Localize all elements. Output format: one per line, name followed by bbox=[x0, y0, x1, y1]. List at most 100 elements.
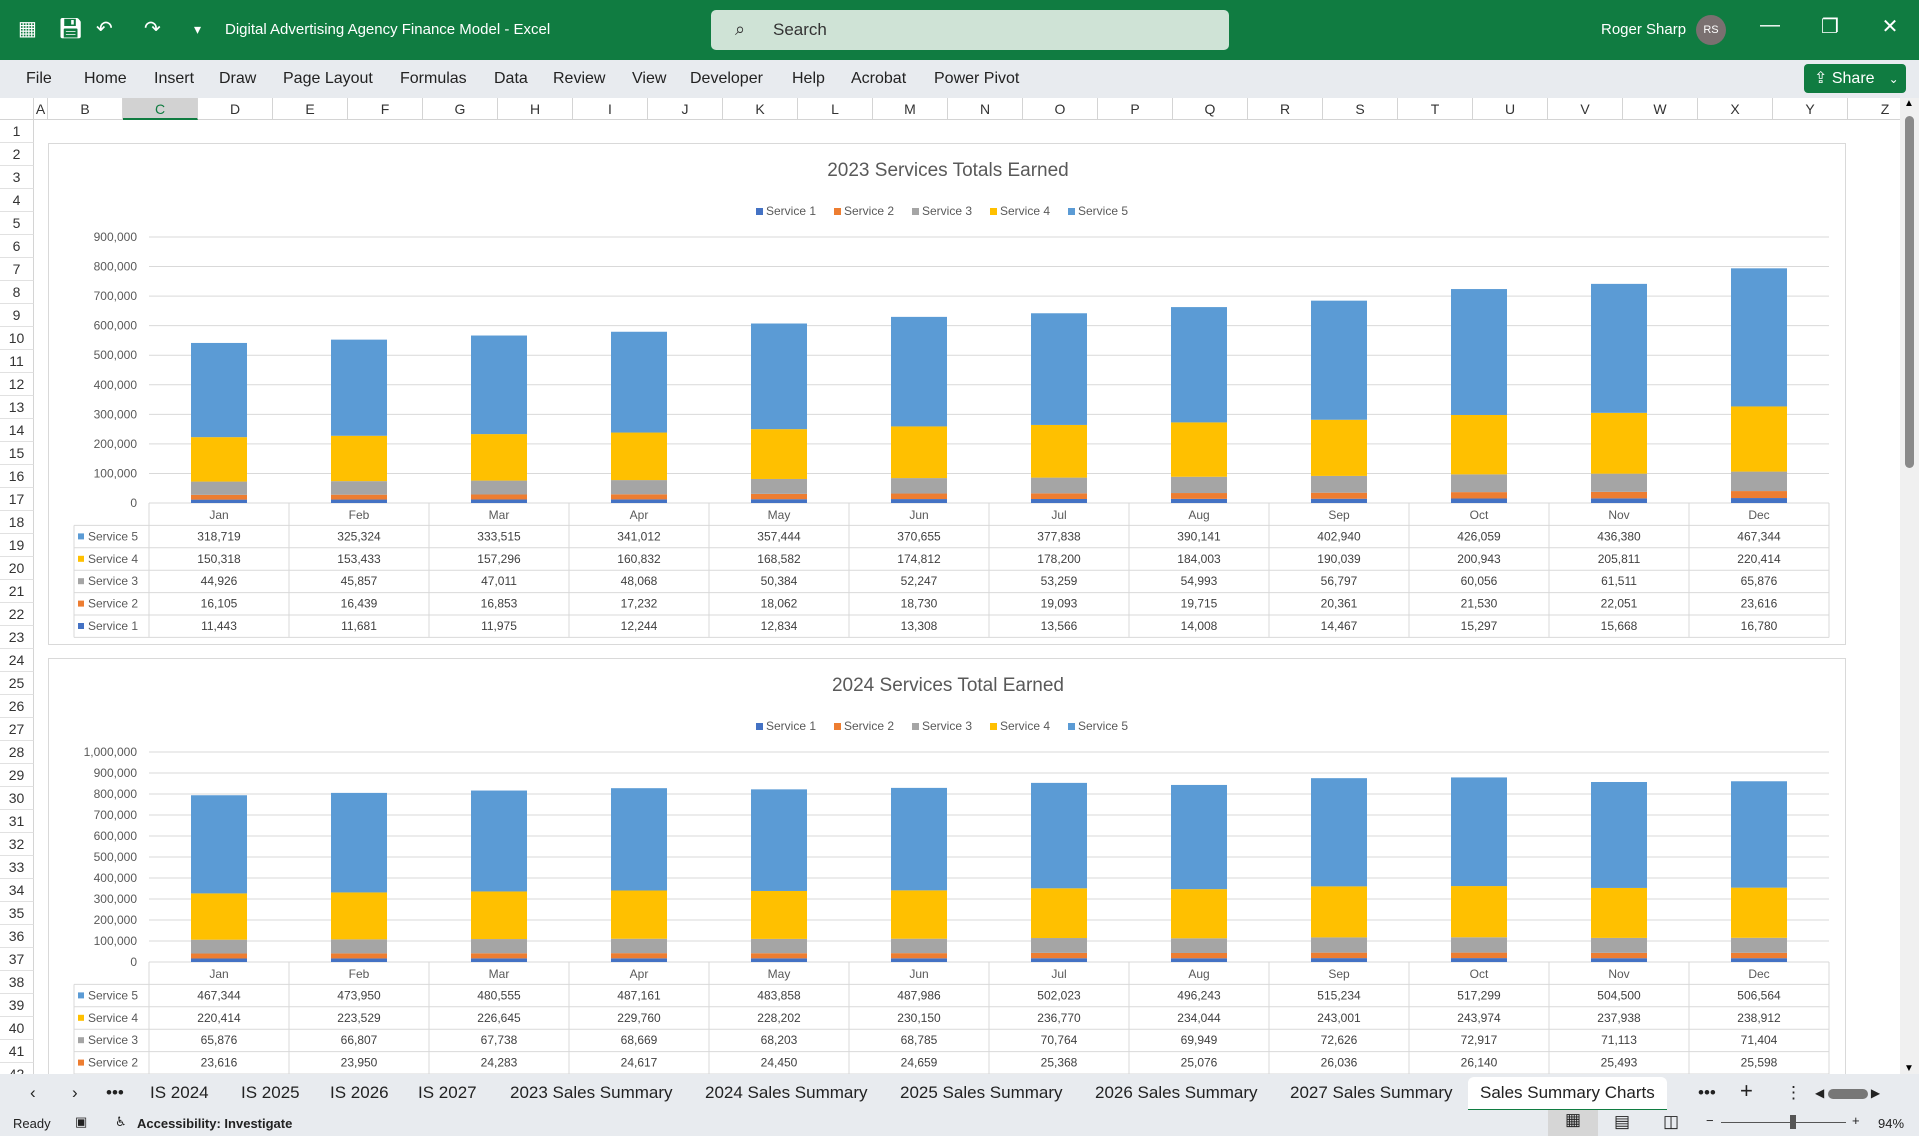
bar-service-3-jun[interactable] bbox=[891, 478, 947, 494]
row-header-12[interactable]: 12 bbox=[0, 373, 34, 396]
bar-service-4-nov[interactable] bbox=[1591, 887, 1647, 938]
bar-service-2-apr[interactable] bbox=[611, 953, 667, 959]
sheet-tab-sales-summary-charts[interactable]: Sales Summary Charts bbox=[1468, 1077, 1667, 1112]
bar-service-1-mar[interactable] bbox=[471, 499, 527, 503]
bar-service-4-mar[interactable] bbox=[471, 891, 527, 940]
column-header-T[interactable]: T bbox=[1398, 98, 1473, 120]
bar-service-3-mar[interactable] bbox=[471, 480, 527, 495]
bar-service-5-nov[interactable] bbox=[1591, 283, 1647, 413]
column-header-N[interactable]: N bbox=[948, 98, 1023, 120]
column-header-J[interactable]: J bbox=[648, 98, 723, 120]
row-header-20[interactable]: 20 bbox=[0, 557, 34, 580]
scroll-up-icon[interactable]: ▲ bbox=[1904, 98, 1914, 109]
sheet-tab-is-2025[interactable]: IS 2025 bbox=[241, 1083, 300, 1103]
bar-service-5-feb[interactable] bbox=[331, 792, 387, 893]
search-box[interactable]: ⌕ Search bbox=[711, 10, 1229, 50]
column-header-W[interactable]: W bbox=[1623, 98, 1698, 120]
bar-service-2-jan[interactable] bbox=[191, 494, 247, 500]
bar-service-5-sep[interactable] bbox=[1311, 778, 1367, 887]
row-header-35[interactable]: 35 bbox=[0, 902, 34, 925]
bar-service-1-aug[interactable] bbox=[1171, 498, 1227, 503]
column-header-C[interactable]: C bbox=[123, 98, 198, 120]
bar-service-2-jul[interactable] bbox=[1031, 952, 1087, 959]
bar-service-5-may[interactable] bbox=[751, 789, 807, 891]
bar-service-4-may[interactable] bbox=[751, 890, 807, 939]
zoom-level[interactable]: 94% bbox=[1878, 1116, 1904, 1131]
bar-service-1-may[interactable] bbox=[751, 958, 807, 962]
bar-service-3-nov[interactable] bbox=[1591, 473, 1647, 492]
zoom-out-icon[interactable]: − bbox=[1706, 1113, 1714, 1128]
row-header-18[interactable]: 18 bbox=[0, 511, 34, 534]
ribbon-tab-file[interactable]: File bbox=[26, 70, 52, 88]
row-header-1[interactable]: 1 bbox=[0, 120, 34, 143]
more-sheets-right-icon[interactable]: ••• bbox=[1698, 1083, 1716, 1103]
bar-service-4-mar[interactable] bbox=[471, 434, 527, 481]
row-header-34[interactable]: 34 bbox=[0, 879, 34, 902]
bar-service-1-sep[interactable] bbox=[1311, 498, 1367, 503]
bar-service-2-mar[interactable] bbox=[471, 953, 527, 959]
row-header-22[interactable]: 22 bbox=[0, 603, 34, 626]
bar-service-5-mar[interactable] bbox=[471, 790, 527, 892]
bar-service-4-feb[interactable] bbox=[331, 892, 387, 940]
bar-service-5-apr[interactable] bbox=[611, 331, 667, 433]
bar-service-5-jul[interactable] bbox=[1031, 313, 1087, 425]
ribbon-tab-view[interactable]: View bbox=[632, 70, 666, 88]
bar-service-1-oct[interactable] bbox=[1451, 958, 1507, 962]
bar-service-1-apr[interactable] bbox=[611, 499, 667, 503]
row-header-7[interactable]: 7 bbox=[0, 258, 34, 281]
bar-service-1-feb[interactable] bbox=[331, 499, 387, 503]
bar-service-5-jan[interactable] bbox=[191, 342, 247, 438]
bar-service-5-dec[interactable] bbox=[1731, 781, 1787, 888]
bar-service-3-dec[interactable] bbox=[1731, 937, 1787, 953]
bar-service-1-dec[interactable] bbox=[1731, 498, 1787, 503]
chevron-down-icon[interactable]: ⌄ bbox=[1889, 72, 1899, 86]
legend-item[interactable]: Service 4 bbox=[990, 204, 1050, 218]
bar-service-5-feb[interactable] bbox=[331, 339, 387, 436]
row-header-8[interactable]: 8 bbox=[0, 281, 34, 304]
bar-service-1-mar[interactable] bbox=[471, 958, 527, 962]
bar-service-2-aug[interactable] bbox=[1171, 493, 1227, 499]
ribbon-tab-power-pivot[interactable]: Power Pivot bbox=[934, 70, 1019, 88]
bar-service-2-jul[interactable] bbox=[1031, 493, 1087, 499]
row-header-30[interactable]: 30 bbox=[0, 787, 34, 810]
row-header-38[interactable]: 38 bbox=[0, 971, 34, 994]
ribbon-tab-developer[interactable]: Developer bbox=[690, 70, 763, 88]
row-header-41[interactable]: 41 bbox=[0, 1040, 34, 1063]
row-header-42[interactable]: 42 bbox=[0, 1063, 34, 1074]
column-header-V[interactable]: V bbox=[1548, 98, 1623, 120]
save-icon[interactable]: 💾︎ bbox=[58, 16, 83, 41]
bar-service-1-aug[interactable] bbox=[1171, 958, 1227, 962]
bar-service-3-jun[interactable] bbox=[891, 938, 947, 954]
bar-service-3-jan[interactable] bbox=[191, 481, 247, 495]
legend-item[interactable]: Service 4 bbox=[990, 719, 1050, 733]
bar-service-3-sep[interactable] bbox=[1311, 937, 1367, 953]
row-header-6[interactable]: 6 bbox=[0, 235, 34, 258]
legend-item[interactable]: Service 1 bbox=[756, 204, 816, 218]
page-layout-view-icon[interactable]: ▤ bbox=[1614, 1112, 1630, 1132]
legend-item[interactable]: Service 1 bbox=[756, 719, 816, 733]
minimize-icon[interactable]: — bbox=[1755, 14, 1785, 37]
bar-service-3-nov[interactable] bbox=[1591, 937, 1647, 953]
column-header-S[interactable]: S bbox=[1323, 98, 1398, 120]
bar-service-3-oct[interactable] bbox=[1451, 937, 1507, 953]
bar-service-3-apr[interactable] bbox=[611, 938, 667, 954]
restore-icon[interactable]: ❐ bbox=[1815, 14, 1845, 39]
bar-service-5-aug[interactable] bbox=[1171, 307, 1227, 423]
bar-service-2-aug[interactable] bbox=[1171, 952, 1227, 959]
ribbon-tab-acrobat[interactable]: Acrobat bbox=[851, 70, 906, 88]
redo-icon[interactable]: ↷ bbox=[144, 16, 161, 41]
ribbon-tab-draw[interactable]: Draw bbox=[219, 70, 256, 88]
vertical-scrollbar[interactable]: ▲ ▼ bbox=[1900, 98, 1919, 1074]
sheet-tab-2023-sales-summary[interactable]: 2023 Sales Summary bbox=[510, 1083, 673, 1103]
bar-service-1-jul[interactable] bbox=[1031, 958, 1087, 962]
bar-service-2-dec[interactable] bbox=[1731, 952, 1787, 959]
row-header-14[interactable]: 14 bbox=[0, 419, 34, 442]
bar-service-3-may[interactable] bbox=[751, 478, 807, 494]
row-header-29[interactable]: 29 bbox=[0, 764, 34, 787]
bar-service-2-nov[interactable] bbox=[1591, 952, 1647, 959]
bar-service-4-oct[interactable] bbox=[1451, 414, 1507, 475]
prev-sheet-icon[interactable]: ‹ bbox=[30, 1083, 36, 1103]
bar-service-1-jul[interactable] bbox=[1031, 498, 1087, 503]
bar-service-5-jul[interactable] bbox=[1031, 782, 1087, 889]
bar-service-1-dec[interactable] bbox=[1731, 958, 1787, 962]
